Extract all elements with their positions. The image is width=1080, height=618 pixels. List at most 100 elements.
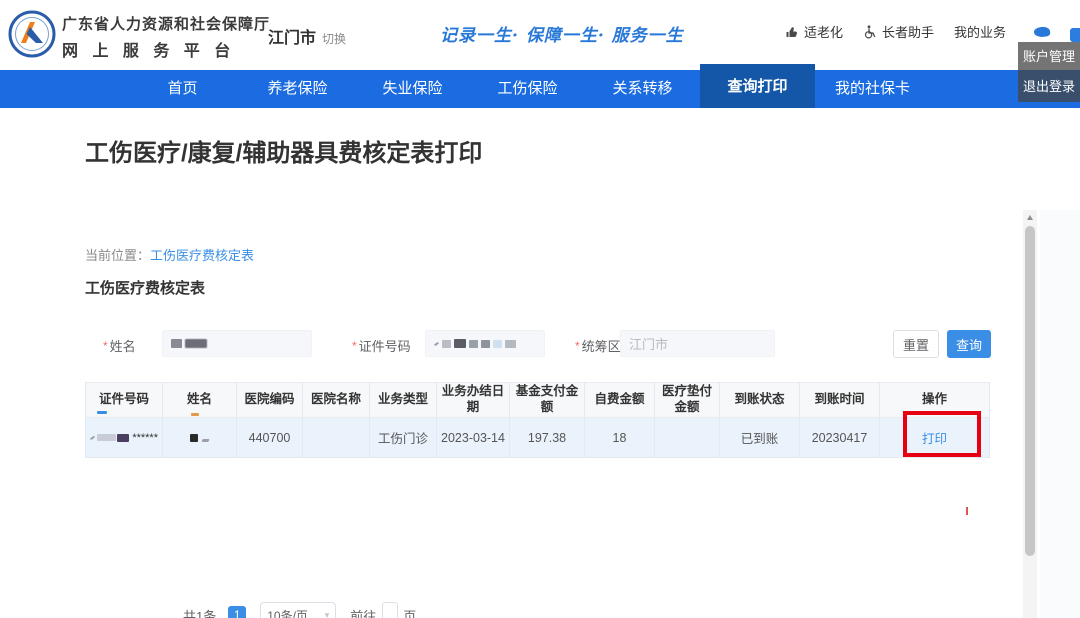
region-label: *统筹区 xyxy=(575,336,621,355)
masked-asterisks: ****** xyxy=(132,432,158,444)
annotation-red-tick xyxy=(966,507,968,515)
cell-fund-amount: 197.38 xyxy=(510,418,585,458)
pagination-total: 共1条 xyxy=(183,606,216,618)
header: 广东省人力资源和社会保障厅 网 上 服 务 平 台 江门市切换 记录一生· 保障… xyxy=(0,0,1080,70)
pagination-goto-label: 前往 xyxy=(350,606,376,618)
col-header-hospital-code: 医院编码 xyxy=(237,382,303,418)
col-header-action: 操作 xyxy=(880,382,990,418)
nav-item-pension[interactable]: 养老保险 xyxy=(240,70,355,108)
col-header-arrival-time: 到账时间 xyxy=(800,382,880,418)
col-header-fund-amount: 基金支付金额 xyxy=(510,382,585,418)
cell-business-type: 工伤门诊 xyxy=(370,418,437,458)
redacted-id-1 xyxy=(434,341,439,346)
elder-helper-link[interactable]: 长者助手 xyxy=(863,22,934,41)
nav-item-unemployment[interactable]: 失业保险 xyxy=(355,70,470,108)
pagination-page-size-select[interactable]: 10条/页 ▾ xyxy=(260,602,336,618)
cell-self-amount: 18 xyxy=(585,418,655,458)
org-title: 广东省人力资源和社会保障厅 网 上 服 务 平 台 xyxy=(62,13,270,61)
required-asterisk: * xyxy=(575,339,580,353)
cell-arrival-status: 已到账 xyxy=(720,418,800,458)
nav-item-work-injury[interactable]: 工伤保险 xyxy=(470,70,585,108)
breadcrumb-label: 当前位置： xyxy=(85,248,150,263)
redacted-name-1 xyxy=(171,339,182,348)
search-button[interactable]: 查询 xyxy=(947,330,991,358)
city-name: 江门市 xyxy=(268,30,316,47)
col-header-advance-amount: 医疗垫付金额 xyxy=(655,382,720,418)
redacted-id-2 xyxy=(442,340,451,348)
redacted-cell-5 xyxy=(201,439,209,442)
thumb-up-icon xyxy=(785,25,799,39)
table-header-row: 证件号码 姓名 医院编码 医院名称 业务类型 业务办结日期 基金支付金额 自费金… xyxy=(85,382,990,418)
cell-settle-date: 2023-03-14 xyxy=(437,418,510,458)
nav-item-social-card[interactable]: 我的社保卡 xyxy=(815,70,930,108)
cell-hospital-code: 440700 xyxy=(237,418,303,458)
table-row: ****** 440700 工伤门诊 2023-03-14 197.38 18 … xyxy=(85,418,990,458)
pagination: 共1条 1 10条/页 ▾ 前往 页 xyxy=(183,602,416,618)
redacted-id-3 xyxy=(454,339,466,348)
gov-logo-icon xyxy=(8,10,56,58)
id-input[interactable] xyxy=(425,330,545,357)
nav-item-home[interactable]: 首页 xyxy=(125,70,240,108)
main-navbar: 首页 养老保险 失业保险 工伤保险 关系转移 查询打印 我的社保卡 xyxy=(0,70,1080,108)
col-header-self-amount: 自费金额 xyxy=(585,382,655,418)
region-value: 江门市 xyxy=(629,334,668,353)
col-header-hospital-name: 医院名称 xyxy=(303,382,370,418)
col-header-name: 姓名 xyxy=(163,382,237,418)
cell-id-masked: ****** xyxy=(85,418,163,458)
result-table: 证件号码 姓名 医院编码 医院名称 业务类型 业务办结日期 基金支付金额 自费金… xyxy=(85,382,990,458)
header-links: 适老化 长者助手 我的业务 xyxy=(785,22,1050,41)
region-input[interactable]: 江门市 xyxy=(620,330,775,357)
header-underline-blue xyxy=(97,411,107,414)
redacted-cell-1 xyxy=(90,435,95,439)
wheelchair-icon xyxy=(863,25,877,39)
redacted-id-5 xyxy=(481,340,490,348)
redacted-id-7 xyxy=(505,340,516,348)
header-underline-orange xyxy=(191,413,199,416)
elder-helper-label: 长者助手 xyxy=(882,22,934,41)
cell-hospital-name xyxy=(303,418,370,458)
org-title-line2: 网 上 服 务 平 台 xyxy=(62,37,270,61)
redacted-cell-3 xyxy=(117,434,129,442)
cell-arrival-time: 20230417 xyxy=(800,418,880,458)
right-strip xyxy=(1040,210,1080,618)
name-input[interactable] xyxy=(162,330,312,357)
scroll-up-arrow-icon[interactable] xyxy=(1027,215,1033,220)
cell-name-masked xyxy=(163,418,237,458)
breadcrumb-current-link[interactable]: 工伤医疗费核定表 xyxy=(150,248,254,263)
my-business-link[interactable]: 我的业务 xyxy=(954,22,1006,41)
pagination-unit-label: 页 xyxy=(403,606,416,618)
menu-item-account[interactable]: 账户管理 xyxy=(1018,42,1080,72)
aging-mode-link[interactable]: 适老化 xyxy=(785,22,843,41)
page-title: 工伤医疗/康复/辅助器具费核定表打印 xyxy=(85,133,482,168)
reset-button[interactable]: 重置 xyxy=(893,330,939,358)
redacted-id-6 xyxy=(493,340,502,348)
redacted-cell-2 xyxy=(97,434,116,441)
aging-mode-label: 适老化 xyxy=(804,22,843,41)
redacted-name-2 xyxy=(185,339,207,348)
my-business-label: 我的业务 xyxy=(954,22,1006,41)
slogan: 记录一生· 保障一生· 服务一生 xyxy=(440,21,684,46)
name-label: *姓名 xyxy=(103,336,136,355)
print-link[interactable]: 打印 xyxy=(922,428,947,447)
nav-item-query-print[interactable]: 查询打印 xyxy=(700,64,815,108)
required-asterisk: * xyxy=(352,339,357,353)
pagination-page-1-button[interactable]: 1 xyxy=(228,606,246,618)
nav-items: 首页 养老保险 失业保险 工伤保险 关系转移 查询打印 我的社保卡 xyxy=(125,70,1080,108)
scrollbar-thumb[interactable] xyxy=(1025,226,1035,556)
col-header-arrival-status: 到账状态 xyxy=(720,382,800,418)
nav-item-transfer[interactable]: 关系转移 xyxy=(585,70,700,108)
required-asterisk: * xyxy=(103,339,108,353)
city-switch-link[interactable]: 切换 xyxy=(322,32,346,46)
id-label: *证件号码 xyxy=(352,336,411,355)
city-selector: 江门市切换 xyxy=(268,24,346,48)
col-header-business-type: 业务类型 xyxy=(370,382,437,418)
user-avatar[interactable] xyxy=(1033,25,1050,37)
scrollbar[interactable] xyxy=(1023,210,1037,618)
cell-action: 打印 xyxy=(880,418,990,458)
section-title: 工伤医疗费核定表 xyxy=(85,277,205,298)
pagination-goto-input[interactable] xyxy=(382,602,398,618)
col-header-settle-date: 业务办结日期 xyxy=(437,382,510,418)
page-size-value: 10条/页 xyxy=(267,607,308,618)
menu-item-logout[interactable]: 退出登录 xyxy=(1018,72,1080,102)
corner-widget[interactable] xyxy=(1070,28,1080,42)
